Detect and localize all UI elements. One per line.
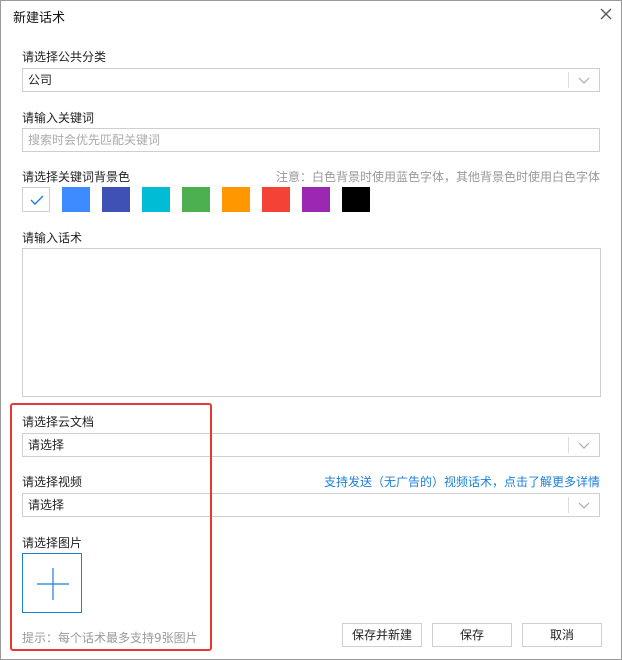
cloud-doc-label: 请选择云文档: [22, 415, 95, 429]
keyword-color-label: 请选择关键词背景色: [22, 170, 131, 184]
color-swatch[interactable]: [22, 187, 50, 212]
dialog-title: 新建话术: [13, 11, 66, 26]
check-icon: [30, 195, 44, 205]
keyword-color-note: 注意：白色背景时使用蓝色字体，其他背景色时使用白色字体: [275, 170, 600, 184]
color-swatch[interactable]: [342, 187, 370, 212]
cloud-doc-select[interactable]: 请选择: [22, 433, 600, 457]
color-swatch[interactable]: [222, 187, 250, 212]
select-separator: [568, 497, 569, 513]
keyword-label: 请输入关键词: [22, 111, 95, 125]
select-separator: [568, 72, 569, 88]
cloud-doc-value: 请选择: [28, 438, 65, 452]
keyword-input[interactable]: [22, 128, 600, 152]
video-help-link[interactable]: 支持发送（无广告的）视频话术，点击了解更多详情: [324, 473, 600, 490]
select-separator: [568, 437, 569, 453]
video-value: 请选择: [28, 498, 65, 512]
image-hint: 提示：每个话术最多支持9张图片: [22, 631, 198, 645]
color-swatch[interactable]: [62, 187, 90, 212]
image-label: 请选择图片: [22, 536, 83, 550]
public-category-value: 公司: [28, 73, 53, 87]
color-swatch[interactable]: [302, 187, 330, 212]
plus-icon: [37, 568, 69, 600]
chevron-down-icon: [578, 442, 590, 449]
public-category-label: 请选择公共分类: [22, 50, 107, 64]
color-swatch[interactable]: [182, 187, 210, 212]
chevron-down-icon: [578, 502, 590, 509]
script-text-label: 请输入话术: [22, 231, 83, 245]
video-select[interactable]: 请选择: [22, 493, 600, 517]
public-category-select[interactable]: 公司: [22, 68, 600, 92]
image-upload-button[interactable]: [22, 553, 82, 613]
script-textarea[interactable]: [22, 248, 601, 397]
close-icon[interactable]: [597, 5, 615, 23]
save-and-new-button[interactable]: 保存并新建: [342, 623, 422, 647]
color-swatch[interactable]: [262, 187, 290, 212]
video-label: 请选择视频: [22, 475, 83, 489]
save-button[interactable]: 保存: [432, 623, 512, 647]
cancel-button[interactable]: 取消: [522, 623, 602, 647]
color-swatch[interactable]: [102, 187, 130, 212]
chevron-down-icon: [578, 77, 590, 84]
color-swatch[interactable]: [142, 187, 170, 212]
new-script-dialog: 新建话术 请选择公共分类 公司 请输入关键词 请选择关键词背景色 注意：白色背景…: [0, 0, 622, 660]
